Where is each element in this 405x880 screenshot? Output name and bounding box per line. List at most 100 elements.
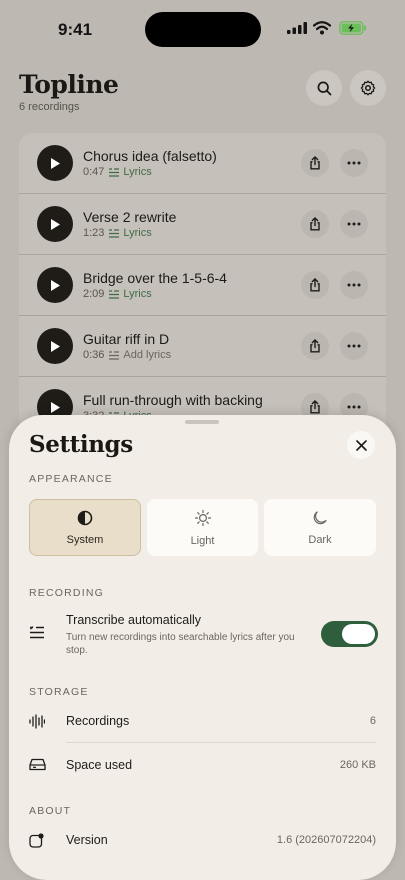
recording-title: Verse 2 rewrite bbox=[83, 209, 177, 225]
recording-title: Full run-through with backing bbox=[83, 392, 263, 408]
share-button[interactable] bbox=[301, 149, 329, 177]
lyrics-label: Lyrics bbox=[123, 227, 152, 239]
section-recording: RECORDING bbox=[29, 587, 104, 599]
drive-icon bbox=[29, 758, 46, 771]
transcribe-icon bbox=[30, 626, 44, 639]
more-icon bbox=[347, 283, 361, 287]
appearance-option-label: Light bbox=[190, 534, 215, 547]
moon-icon bbox=[313, 510, 327, 524]
share-icon bbox=[310, 217, 320, 231]
play-button[interactable] bbox=[37, 328, 73, 364]
gear-icon bbox=[360, 80, 376, 96]
toggle-knob bbox=[342, 624, 375, 644]
share-icon bbox=[310, 339, 320, 353]
lyrics-icon bbox=[109, 350, 120, 360]
recording-meta: 1:23 Lyrics bbox=[83, 227, 152, 239]
transcribe-toggle[interactable] bbox=[321, 621, 378, 647]
recording-title: Bridge over the 1-5-6-4 bbox=[83, 270, 227, 286]
wifi-icon bbox=[313, 21, 331, 35]
lyrics-tag[interactable]: Lyrics bbox=[109, 166, 152, 178]
search-button[interactable] bbox=[306, 70, 342, 106]
appearance-option-dark[interactable]: Dark bbox=[264, 499, 376, 556]
add-lyrics-button[interactable]: Add lyrics bbox=[109, 349, 171, 361]
appearance-option-light[interactable]: Light bbox=[147, 499, 258, 556]
contrast-icon bbox=[77, 510, 93, 525]
share-button[interactable] bbox=[301, 210, 329, 238]
lyrics-icon bbox=[109, 228, 120, 238]
app-version-icon bbox=[29, 833, 44, 848]
recording-title: Guitar riff in D bbox=[83, 331, 170, 347]
waveform-icon bbox=[29, 714, 45, 729]
sheet-grabber[interactable] bbox=[185, 420, 219, 424]
version-value: 1.6 (202607072204) bbox=[276, 834, 376, 846]
add-lyrics-label: Add lyrics bbox=[123, 349, 172, 361]
share-icon bbox=[310, 278, 320, 292]
section-appearance: APPEARANCE bbox=[29, 473, 113, 485]
lyrics-icon bbox=[109, 289, 120, 299]
lyrics-label: Lyrics bbox=[123, 288, 152, 300]
more-button[interactable] bbox=[340, 271, 368, 299]
section-about: ABOUT bbox=[29, 805, 72, 817]
share-button[interactable] bbox=[301, 271, 329, 299]
appearance-option-label: System bbox=[66, 533, 104, 546]
more-button[interactable] bbox=[340, 149, 368, 177]
list-item[interactable]: Guitar riff in D 0:36 Add lyrics bbox=[19, 316, 386, 377]
play-icon bbox=[51, 157, 60, 169]
space-used-value: 260 KB bbox=[339, 759, 376, 771]
settings-title: Settings bbox=[29, 431, 133, 458]
more-button[interactable] bbox=[340, 210, 368, 238]
page-title: Topline bbox=[19, 70, 119, 99]
version-label: Version bbox=[66, 833, 108, 847]
settings-button[interactable] bbox=[350, 70, 386, 106]
transcribe-title: Transcribe automatically bbox=[66, 613, 202, 627]
recording-duration: 2:09 bbox=[83, 288, 105, 300]
signal-icon bbox=[287, 22, 307, 34]
transcribe-description: Turn new recordings into searchable lyri… bbox=[66, 632, 295, 656]
recording-meta: 0:36 Add lyrics bbox=[83, 349, 171, 361]
recording-meta: 0:47 Lyrics bbox=[83, 166, 152, 178]
space-used-label: Space used bbox=[66, 758, 133, 772]
version-row: Version 1.6 (202607072204) bbox=[29, 819, 376, 863]
lyrics-label: Lyrics bbox=[123, 166, 152, 178]
section-storage: STORAGE bbox=[29, 686, 89, 698]
play-button[interactable] bbox=[37, 267, 73, 303]
play-button[interactable] bbox=[37, 145, 73, 181]
recording-duration: 1:23 bbox=[83, 227, 105, 239]
lyrics-tag[interactable]: Lyrics bbox=[109, 227, 152, 239]
play-icon bbox=[51, 218, 60, 230]
share-button[interactable] bbox=[301, 332, 329, 360]
storage-recordings-row: Recordings 6 bbox=[29, 700, 376, 744]
recording-duration: 0:36 bbox=[83, 349, 105, 361]
more-icon bbox=[347, 161, 361, 165]
more-button[interactable] bbox=[340, 332, 368, 360]
sun-icon bbox=[194, 509, 211, 526]
dynamic-island bbox=[145, 12, 261, 47]
storage-space-row: Space used 260 KB bbox=[29, 744, 376, 788]
list-item[interactable]: Chorus idea (falsetto) 0:47 Lyrics bbox=[19, 133, 386, 194]
recording-duration: 0:47 bbox=[83, 166, 105, 178]
recordings-list: Chorus idea (falsetto) 0:47 Lyrics Verse… bbox=[19, 133, 386, 433]
close-icon bbox=[355, 439, 367, 451]
recordings-value: 6 bbox=[369, 715, 376, 727]
recordings-label: Recordings bbox=[66, 714, 130, 728]
play-button[interactable] bbox=[37, 206, 73, 242]
recording-title: Chorus idea (falsetto) bbox=[83, 148, 217, 164]
list-item[interactable]: Bridge over the 1-5-6-4 2:09 Lyrics bbox=[19, 255, 386, 316]
status-bar: 9:41 bbox=[0, 0, 405, 56]
lyrics-tag[interactable]: Lyrics bbox=[109, 288, 152, 300]
status-time: 9:41 bbox=[58, 20, 93, 39]
more-icon bbox=[347, 344, 361, 348]
share-icon bbox=[310, 156, 320, 170]
recordings-count: 6 recordings bbox=[19, 101, 80, 113]
appearance-option-label: Dark bbox=[308, 533, 332, 546]
more-icon bbox=[347, 222, 361, 226]
play-icon bbox=[51, 279, 60, 291]
list-item[interactable]: Verse 2 rewrite 1:23 Lyrics bbox=[19, 194, 386, 255]
play-icon bbox=[51, 340, 60, 352]
recording-meta: 2:09 Lyrics bbox=[83, 288, 152, 300]
play-icon bbox=[51, 401, 60, 413]
appearance-option-system[interactable]: System bbox=[29, 499, 141, 556]
battery-charging-icon bbox=[339, 21, 366, 35]
close-button[interactable] bbox=[347, 431, 375, 459]
lyrics-icon bbox=[109, 167, 120, 177]
